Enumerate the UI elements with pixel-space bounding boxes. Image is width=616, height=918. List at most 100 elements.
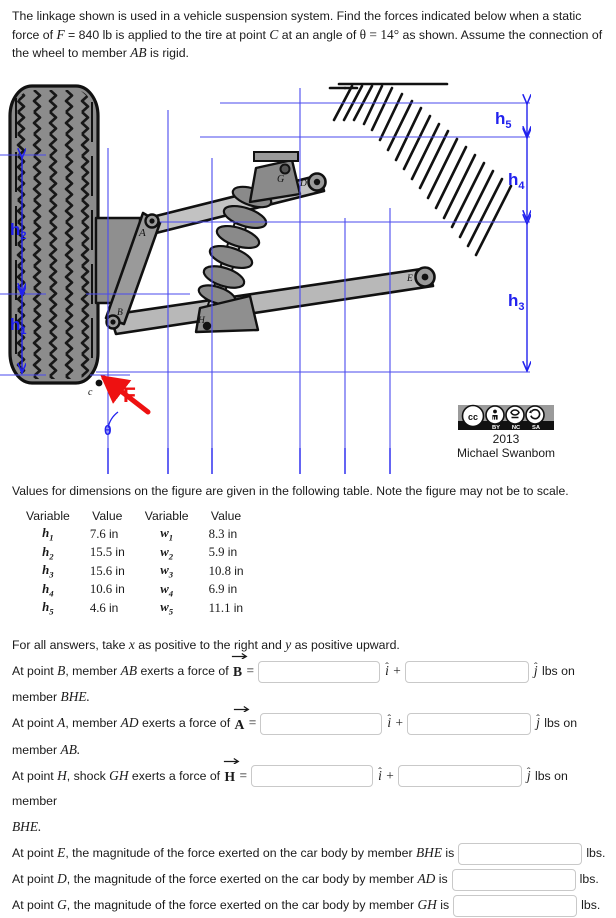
q6-is: is [436, 897, 450, 912]
q5-point-label: D [57, 870, 67, 886]
question-magnitude-G: At point G, the magnitude of the force e… [12, 892, 612, 918]
variable-h4: h4 [42, 581, 54, 599]
force-label-F: F [123, 384, 136, 407]
intro-angle-text: at an angle of [278, 27, 360, 42]
q3-tail-member: BHE [12, 818, 39, 834]
member-symbol-AB: AB [130, 45, 147, 60]
q3-text-mid1: , shock [66, 768, 110, 783]
table-row: h5 4.6 in w5 11.1 in [16, 599, 254, 618]
q6-text-mid: , the magnitude of the force exerted on … [66, 897, 418, 912]
value-w2: 5.9 in [208, 545, 238, 560]
q3-member-label: GH [109, 767, 129, 783]
q5-units: lbs. [579, 871, 599, 886]
value-h3: 15.6 in [89, 563, 125, 578]
dim-label-h4: h4 [508, 170, 525, 192]
q2-tail-pre: member [12, 742, 61, 757]
q1-input-j[interactable] [404, 660, 529, 683]
q5-member-label: AD [417, 870, 436, 886]
joint-E [414, 266, 436, 288]
license-author: Michael Swanbom [457, 446, 555, 460]
variable-h1: h1 [42, 526, 54, 543]
q4-input-magnitude[interactable] [458, 842, 583, 865]
q2-vector-symbol: A [233, 705, 250, 737]
dim-label-h5: h5 [495, 109, 512, 131]
svg-text:cc: cc [468, 412, 478, 422]
question-force-H: At point H, shock GH exerts a force of H… [12, 757, 612, 814]
q3-j-hat: ̂j [526, 767, 531, 783]
q4-units: lbs. [586, 845, 606, 860]
member-BHE [108, 266, 435, 336]
q2-text-mid2: exerts a force of [138, 716, 234, 731]
q5-text-mid: , the magnitude of the force exerted on … [66, 871, 418, 886]
q2-units: lbs on [544, 716, 578, 731]
q6-input-magnitude[interactable] [453, 894, 578, 917]
q1-tail-pre: member [12, 690, 61, 705]
q1-tail-post: . [86, 689, 90, 705]
answer-questions: For all answers, take x as positive to t… [12, 632, 612, 918]
license-badge-BY: BY [492, 425, 500, 431]
q1-text-mid2: exerts a force of [137, 664, 233, 678]
point-symbol-C: C [269, 26, 279, 42]
intro-force-value: = 840 lb is applied to the tire at point [64, 27, 270, 42]
question-force-H-tail: BHE. [12, 814, 612, 840]
q2-tail-member: AB [60, 741, 77, 757]
variable-h2: h2 [42, 544, 54, 562]
header-value-2: Value [210, 509, 242, 523]
dimensions-table: Variable Value Variable Value h1 7.6 in … [16, 508, 254, 618]
q3-text-mid2: exerts a force of [128, 768, 224, 783]
label-C: c [88, 387, 93, 398]
table-row: h4 10.6 in w4 6.9 in [16, 581, 254, 600]
question-force-B-tail: member BHE. [12, 684, 612, 710]
q1-j-hat: ̂j [533, 663, 538, 678]
q2-equals: = [248, 715, 257, 731]
q1-text-pre: At point [12, 664, 58, 678]
angle-value: θ = 14° [359, 26, 400, 42]
force-symbol-F: F [56, 26, 65, 42]
q5-input-magnitude[interactable] [451, 868, 576, 891]
joint-A [144, 213, 160, 229]
q2-input-i[interactable] [260, 713, 383, 735]
q3-input-i[interactable] [251, 765, 374, 788]
contact-point-C [95, 379, 103, 387]
joint-G [279, 163, 291, 175]
license-badge-NC: NC [512, 425, 521, 431]
intro-text-part3: is rigid. [146, 46, 189, 60]
q2-tail-post: . [76, 741, 81, 757]
joint-D [307, 172, 327, 192]
cc-license-badge: cc BY NC SA 2013 Michael Swanbom [457, 404, 555, 460]
q3-tail-post: . [38, 818, 42, 834]
license-year: 2013 [493, 432, 520, 446]
car-body-hatching [328, 82, 513, 257]
q1-vector-symbol: B [231, 653, 248, 684]
variable-h5: h5 [42, 600, 54, 617]
value-h5: 4.6 in [89, 600, 119, 615]
q1-tail-member: BHE [60, 689, 87, 705]
dim-label-h3: h3 [508, 291, 525, 313]
q1-equals: = [246, 663, 255, 678]
question-force-B: At point B, member AB exerts a force of … [12, 653, 612, 684]
q3-equals: = [239, 767, 248, 783]
header-variable-2: Variable [144, 509, 189, 523]
q1-input-i[interactable] [258, 660, 381, 683]
header-variable-1: Variable [26, 509, 70, 523]
q3-text-pre: At point [12, 768, 58, 783]
q1-plus: + [393, 663, 401, 678]
value-w3: 10.8 in [208, 563, 244, 578]
question-force-A-tail: member AB. [12, 737, 612, 763]
q2-j-hat: ̂j [536, 715, 540, 731]
sign-convention-text-3: as positive upward. [291, 638, 400, 652]
label-E: E [406, 274, 413, 284]
q2-input-j[interactable] [407, 713, 532, 735]
header-value-1: Value [92, 509, 123, 523]
q2-text-pre: At point [12, 716, 58, 731]
horizontal-dims [107, 448, 391, 474]
table-row: h3 15.6 in w3 10.8 in [16, 562, 254, 581]
table-note: Values for dimensions on the figure are … [12, 484, 569, 498]
q3-input-j[interactable] [397, 765, 522, 788]
q4-is: is [442, 845, 455, 860]
angle-label-theta: θ [104, 422, 112, 438]
value-w5: 11.1 in [208, 600, 244, 615]
sign-convention-text-2: as positive to the right and [134, 638, 286, 652]
variable-w2: w2 [160, 544, 174, 562]
value-h4: 10.6 in [89, 582, 125, 597]
